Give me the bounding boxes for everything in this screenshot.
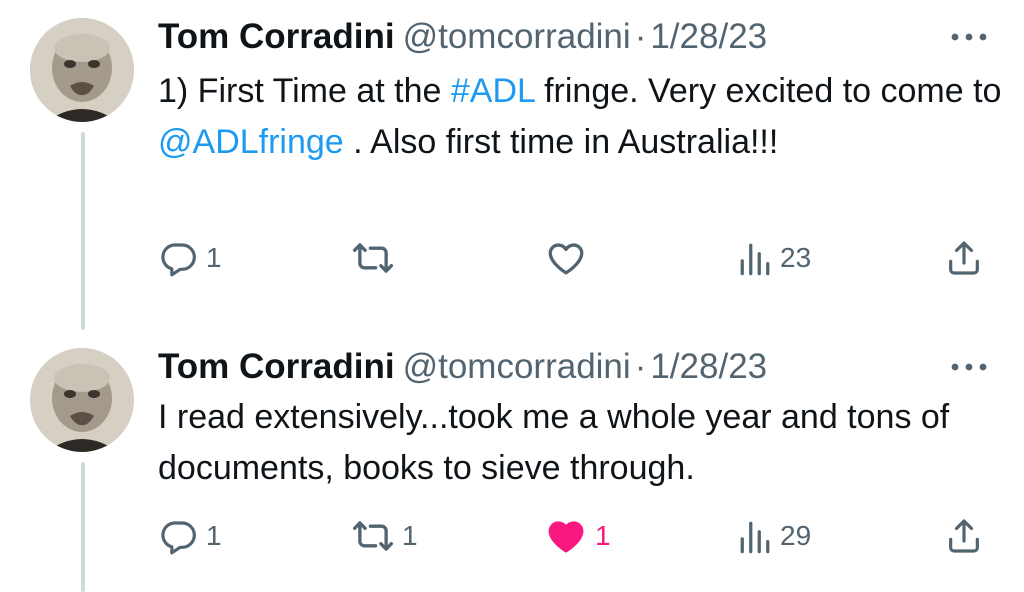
heart-icon	[548, 243, 584, 275]
views-icon	[740, 521, 770, 554]
avatar[interactable]	[30, 18, 134, 122]
reply-button[interactable]: 1	[158, 511, 222, 561]
heart-filled-icon	[548, 521, 584, 553]
like-count: 1	[595, 520, 611, 551]
action-bar: 1 23	[0, 233, 1024, 283]
views-count: 23	[780, 242, 812, 273]
reply-icon	[161, 521, 196, 555]
share-icon	[949, 519, 979, 553]
retweet-icon	[352, 521, 394, 551]
mention-link[interactable]: @ADLfringe	[158, 123, 344, 161]
reply-count: 1	[206, 242, 222, 273]
tweet[interactable]: Tom Corradini @tomcorradini · 1/28/23 I rea…	[0, 330, 1024, 592]
separator-dot: ·	[634, 17, 647, 56]
more-horizontal-icon	[951, 363, 987, 371]
avatar-image	[30, 348, 134, 452]
tweet-text: I read extensively...took me a whole yea…	[158, 392, 1008, 494]
retweet-count: 1	[402, 520, 418, 551]
action-bar: 1 1 1 29	[0, 511, 1024, 561]
share-button[interactable]	[944, 511, 984, 561]
views-button[interactable]: 23	[738, 233, 811, 283]
separator-dot: ·	[634, 347, 647, 386]
reply-count: 1	[206, 520, 222, 551]
more-button[interactable]	[947, 22, 991, 52]
views-button[interactable]: 29	[738, 511, 811, 561]
tweet-header: Tom Corradini @tomcorradini · 1/28/23	[158, 14, 978, 60]
share-button[interactable]	[944, 233, 984, 283]
tweet-text-part: fringe. Very excited to come to	[534, 72, 1002, 110]
retweet-icon	[352, 243, 394, 273]
avatar-image	[30, 18, 134, 122]
more-button[interactable]	[947, 352, 991, 382]
tweet-date[interactable]: 1/28/23	[650, 347, 767, 386]
author-name[interactable]: Tom Corradini	[158, 347, 395, 386]
like-button[interactable]	[545, 233, 595, 283]
author-handle[interactable]: @tomcorradini	[403, 17, 631, 56]
retweet-button[interactable]: 1	[352, 511, 418, 561]
retweet-button[interactable]	[352, 233, 402, 283]
tweet-header: Tom Corradini @tomcorradini · 1/28/23	[158, 344, 978, 390]
tweet-date[interactable]: 1/28/23	[650, 17, 767, 56]
hashtag-link[interactable]: #ADL	[451, 72, 535, 110]
tweet-text-part: I read extensively...took me a whole yea…	[158, 398, 950, 487]
tweet[interactable]: Tom Corradini @tomcorradini · 1/28/23 1) Fi…	[0, 0, 1024, 330]
author-name[interactable]: Tom Corradini	[158, 17, 395, 56]
more-horizontal-icon	[951, 33, 987, 41]
share-icon	[949, 241, 979, 275]
like-button[interactable]: 1	[545, 511, 611, 561]
thread-line	[81, 132, 85, 330]
reply-button[interactable]: 1	[158, 233, 222, 283]
reply-icon	[161, 243, 196, 277]
views-icon	[740, 243, 770, 276]
tweet-text-part: 1) First Time at the	[158, 72, 451, 110]
views-count: 29	[780, 520, 812, 551]
tweet-text: 1) First Time at the #ADL fringe. Very e…	[158, 66, 1008, 168]
tweet-text-part: . Also first time in Australia!!!	[343, 123, 779, 161]
avatar[interactable]	[30, 348, 134, 452]
author-handle[interactable]: @tomcorradini	[403, 347, 631, 386]
